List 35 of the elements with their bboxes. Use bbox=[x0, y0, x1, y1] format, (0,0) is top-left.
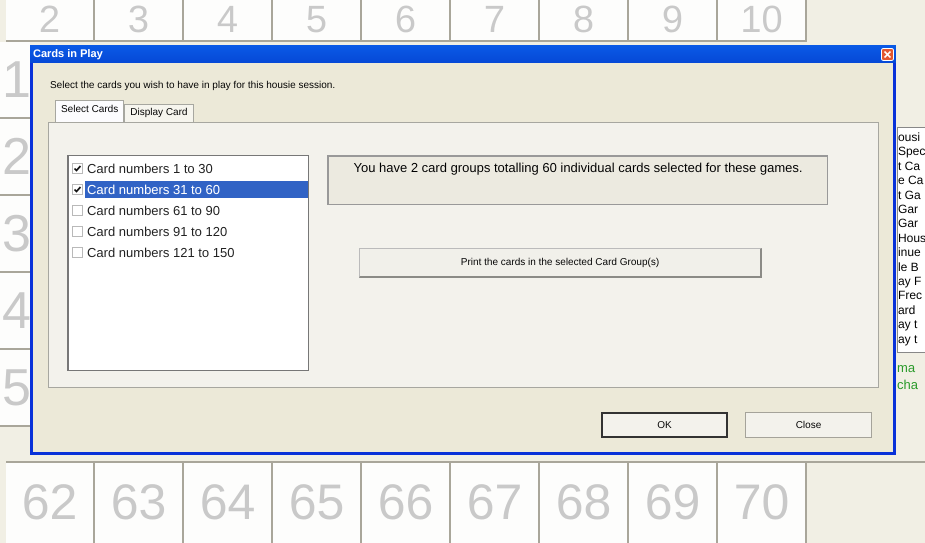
close-icon[interactable] bbox=[881, 48, 894, 60]
checkbox[interactable] bbox=[72, 247, 83, 258]
status-text: cha bbox=[897, 376, 919, 393]
list-item[interactable]: Card numbers 91 to 120 bbox=[85, 223, 230, 240]
list-entry[interactable]: ay t bbox=[898, 332, 925, 346]
checkbox[interactable] bbox=[72, 184, 83, 195]
dialog-button[interactable]: OK bbox=[601, 412, 728, 438]
status-text: ma bbox=[897, 359, 916, 376]
instruction-text: Select the cards you wish to have in play for this housie session. bbox=[50, 80, 336, 91]
window-title: Cards in Play bbox=[33, 48, 103, 60]
list-entry[interactable]: le B bbox=[898, 260, 925, 274]
checkbox[interactable] bbox=[72, 205, 83, 216]
summary-text: You have 2 card groups totalling 60 individual cards selected for these games. bbox=[327, 155, 828, 205]
list-entry[interactable]: Gar bbox=[898, 202, 925, 216]
checkbox[interactable] bbox=[72, 226, 83, 237]
print-button[interactable]: Print the cards in the selected Card Group(s) bbox=[359, 248, 762, 278]
list-item[interactable]: Card numbers 1 to 30 bbox=[85, 160, 215, 177]
checkbox[interactable] bbox=[72, 163, 83, 174]
tab[interactable]: Display Card bbox=[124, 104, 194, 122]
list-item[interactable]: Card numbers 61 to 90 bbox=[85, 202, 222, 219]
list-entry[interactable]: Frec bbox=[898, 288, 925, 303]
list-entry[interactable]: e Ca bbox=[898, 173, 925, 188]
list-entry[interactable]: Spec bbox=[898, 144, 925, 159]
list-entry[interactable]: ay t bbox=[898, 317, 925, 332]
list-item[interactable]: Card numbers 121 to 150 bbox=[85, 244, 236, 261]
list-entry[interactable]: ousi bbox=[898, 130, 925, 144]
list-entry[interactable]: Gar bbox=[898, 216, 925, 231]
dialog-button[interactable]: Close bbox=[745, 412, 872, 438]
list-entry[interactable]: ay F bbox=[898, 274, 925, 288]
list-entry[interactable]: t Ca bbox=[898, 158, 925, 174]
list-entry[interactable]: inue bbox=[898, 245, 925, 260]
list-entry[interactable]: t Ga bbox=[898, 188, 925, 202]
list-item[interactable]: Card numbers 31 to 60 bbox=[85, 181, 308, 198]
list-entry[interactable]: ard bbox=[898, 302, 925, 318]
tab[interactable]: Select Cards bbox=[55, 100, 124, 122]
